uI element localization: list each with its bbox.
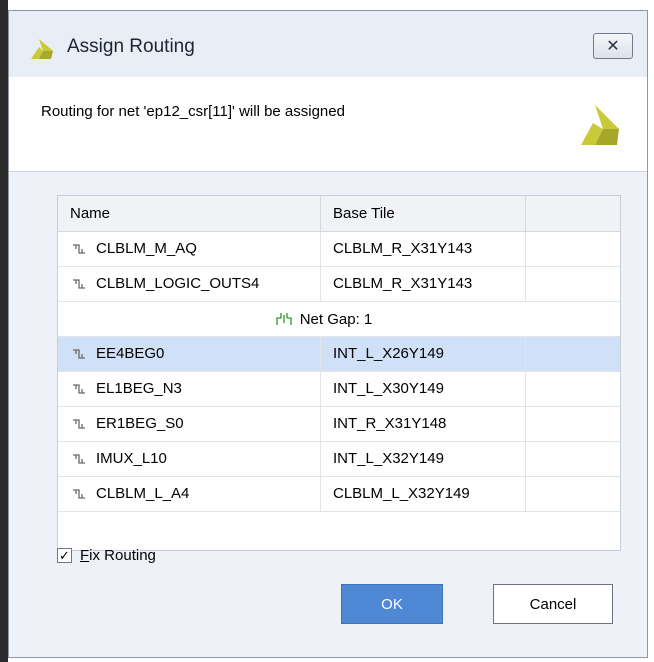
vivado-logo-icon bbox=[31, 39, 53, 59]
fix-routing-option[interactable]: ✓ Fix Routing bbox=[57, 547, 156, 564]
close-button[interactable]: ✕ bbox=[593, 33, 633, 59]
table-row[interactable]: CLBLM_L_A4 CLBLM_L_X32Y149 bbox=[58, 477, 620, 512]
assign-routing-dialog: Assign Routing ✕ Routing for net 'ep12_c… bbox=[8, 10, 648, 658]
row-name: ER1BEG_S0 bbox=[96, 415, 184, 432]
column-header-base-tile[interactable]: Base Tile bbox=[321, 196, 526, 231]
row-base-tile: CLBLM_R_X31Y143 bbox=[321, 232, 526, 266]
row-base-tile: INT_L_X26Y149 bbox=[321, 337, 526, 371]
table-row[interactable]: IMUX_L10 INT_L_X32Y149 bbox=[58, 442, 620, 477]
header-panel: Routing for net 'ep12_csr[11]' will be a… bbox=[9, 77, 647, 172]
column-header-filler bbox=[526, 196, 620, 231]
net-gap-label: Net Gap: 1 bbox=[299, 310, 373, 328]
routing-node-icon bbox=[73, 349, 85, 359]
fix-routing-mnemonic: F bbox=[80, 547, 90, 564]
row-name: CLBLM_L_A4 bbox=[96, 485, 190, 502]
routing-node-icon bbox=[73, 384, 85, 394]
row-base-tile: CLBLM_L_X32Y149 bbox=[321, 477, 526, 511]
fix-routing-checkbox[interactable]: ✓ bbox=[57, 548, 72, 563]
cancel-button[interactable]: Cancel bbox=[493, 584, 613, 624]
row-name: CLBLM_M_AQ bbox=[96, 240, 197, 257]
table-row-selected[interactable]: EE4BEG0 INT_L_X26Y149 bbox=[58, 337, 620, 372]
routing-node-icon bbox=[73, 454, 85, 464]
net-gap-icon bbox=[276, 313, 292, 325]
vivado-logo-icon bbox=[581, 105, 619, 145]
row-name: EE4BEG0 bbox=[96, 345, 165, 362]
fix-routing-label-rest: ix Routing bbox=[89, 547, 156, 564]
routing-table[interactable]: Name Base Tile CLBLM_M_AQ CLBLM_R_X31Y14… bbox=[57, 195, 621, 551]
net-gap-row[interactable]: Net Gap: 1 bbox=[58, 302, 620, 337]
row-base-tile: INT_L_X32Y149 bbox=[321, 442, 526, 476]
fix-routing-label: Fix Routing bbox=[80, 547, 156, 564]
routing-node-icon bbox=[73, 419, 85, 429]
ok-button[interactable]: OK bbox=[341, 584, 443, 624]
routing-node-icon bbox=[73, 279, 85, 289]
row-base-tile: INT_L_X30Y149 bbox=[321, 372, 526, 406]
close-icon: ✕ bbox=[606, 38, 620, 55]
header-message: Routing for net 'ep12_csr[11]' will be a… bbox=[41, 103, 345, 120]
title-bar[interactable]: Assign Routing ✕ bbox=[9, 11, 647, 77]
routing-node-icon bbox=[73, 244, 85, 254]
row-name: CLBLM_LOGIC_OUTS4 bbox=[96, 275, 260, 292]
routing-node-icon bbox=[73, 489, 85, 499]
table-row[interactable]: ER1BEG_S0 INT_R_X31Y148 bbox=[58, 407, 620, 442]
row-name: EL1BEG_N3 bbox=[96, 380, 182, 397]
row-name: IMUX_L10 bbox=[96, 450, 167, 467]
table-row[interactable]: CLBLM_LOGIC_OUTS4 CLBLM_R_X31Y143 bbox=[58, 267, 620, 302]
row-base-tile: INT_R_X31Y148 bbox=[321, 407, 526, 441]
table-row[interactable]: CLBLM_M_AQ CLBLM_R_X31Y143 bbox=[58, 232, 620, 267]
background-edge bbox=[0, 0, 8, 662]
table-header: Name Base Tile bbox=[58, 196, 620, 232]
table-row[interactable]: EL1BEG_N3 INT_L_X30Y149 bbox=[58, 372, 620, 407]
window-title: Assign Routing bbox=[67, 36, 195, 57]
checkmark-icon: ✓ bbox=[59, 548, 70, 563]
row-base-tile: CLBLM_R_X31Y143 bbox=[321, 267, 526, 301]
column-header-name[interactable]: Name bbox=[58, 196, 321, 231]
